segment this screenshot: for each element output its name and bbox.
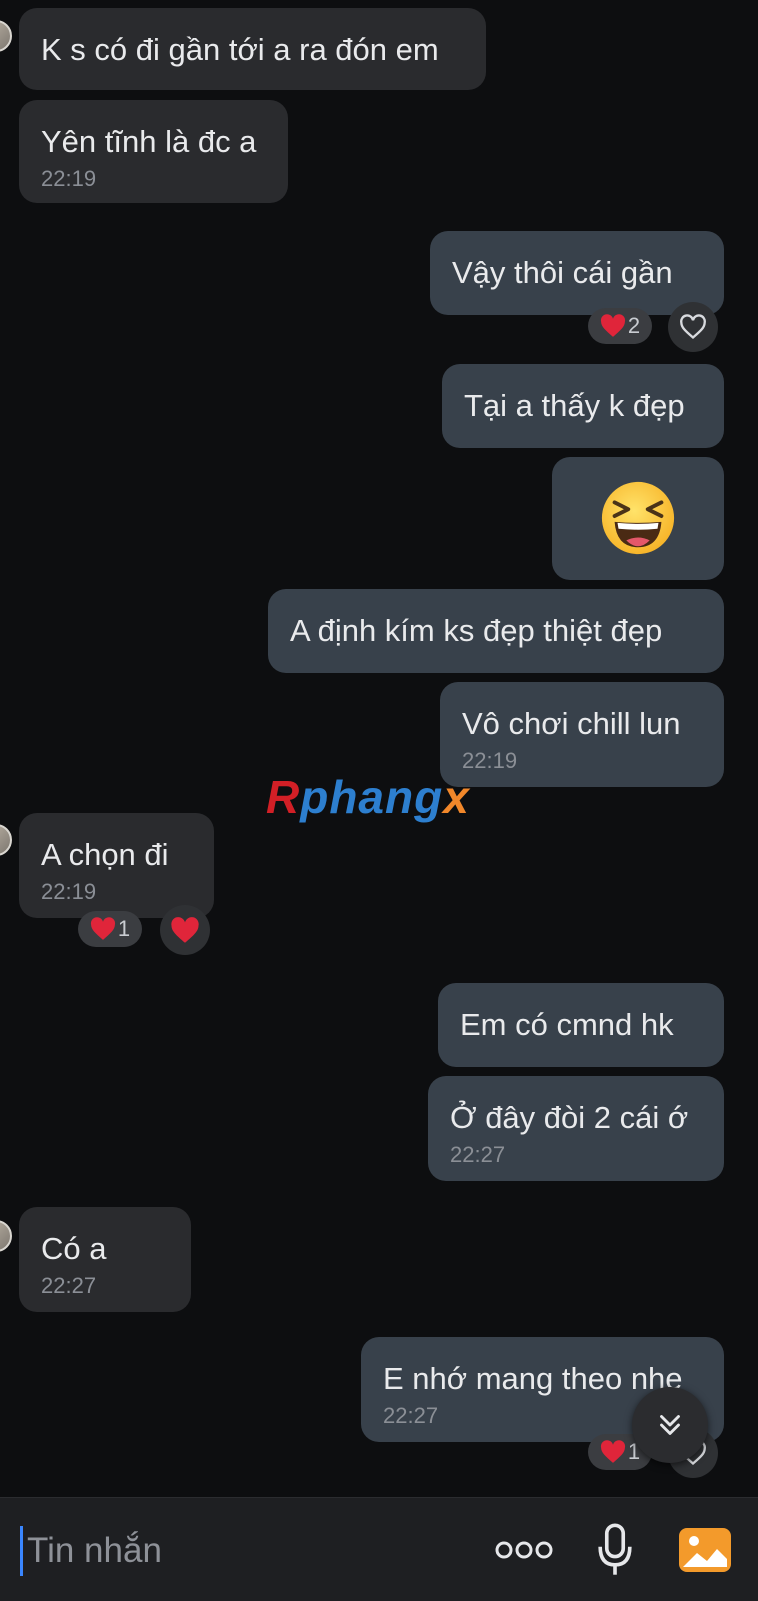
reaction-summary[interactable]: 2 bbox=[588, 308, 652, 344]
message-text: A chọn đi bbox=[41, 837, 169, 872]
reaction-count: 2 bbox=[627, 313, 641, 338]
send-photo-button[interactable] bbox=[674, 1522, 736, 1578]
message-text: K s có đi gần tới a ra đón em bbox=[41, 32, 439, 67]
react-button[interactable] bbox=[668, 302, 718, 352]
avatar[interactable] bbox=[0, 20, 12, 52]
message-time: 22:19 bbox=[41, 879, 97, 904]
message-time: 22:19 bbox=[41, 166, 97, 191]
message-bubble-outgoing[interactable]: Em có cmnd hk bbox=[438, 983, 724, 1067]
message-input[interactable] bbox=[20, 1526, 469, 1576]
double-chevron-down-icon bbox=[653, 1408, 687, 1442]
heart-outline-icon bbox=[679, 314, 707, 340]
message-text: Có a bbox=[41, 1231, 107, 1266]
more-dots-icon bbox=[495, 1540, 553, 1560]
message-list: K s có đi gần tới a ra đón em Yên tĩnh l… bbox=[0, 0, 758, 1496]
laughing-face-icon bbox=[599, 479, 677, 580]
message-time: 22:19 bbox=[462, 748, 518, 773]
message-text: E nhớ mang theo nhe bbox=[383, 1361, 683, 1396]
more-options-button[interactable] bbox=[492, 1522, 556, 1578]
message-bubble-incoming[interactable]: Yên tĩnh là đc a 22:19 bbox=[19, 100, 288, 203]
reaction-count: 1 bbox=[117, 916, 131, 941]
message-bubble-outgoing[interactable]: Vô chơi chill lun 22:19 bbox=[440, 682, 724, 787]
scroll-to-bottom-button[interactable] bbox=[632, 1387, 708, 1463]
reaction-summary[interactable]: 1 bbox=[78, 911, 142, 947]
voice-message-button[interactable] bbox=[590, 1522, 640, 1578]
message-time: 22:27 bbox=[450, 1142, 506, 1167]
message-bubble-incoming[interactable]: A chọn đi 22:19 bbox=[19, 813, 214, 918]
message-bubble-outgoing[interactable]: Ở đây đòi 2 cái ớ 22:27 bbox=[428, 1076, 724, 1181]
message-bubble-incoming[interactable]: K s có đi gần tới a ra đón em bbox=[19, 8, 486, 90]
message-text: Yên tĩnh là đc a bbox=[41, 124, 257, 159]
message-bubble-incoming[interactable]: Có a 22:27 bbox=[19, 1207, 191, 1312]
message-bubble-outgoing[interactable]: A định kím ks đẹp thiệt đẹp bbox=[268, 589, 724, 673]
heart-icon bbox=[170, 916, 200, 944]
microphone-icon bbox=[595, 1522, 635, 1578]
avatar[interactable] bbox=[0, 1220, 12, 1252]
watermark-logo: Rphangx bbox=[266, 771, 470, 823]
heart-icon bbox=[600, 314, 626, 338]
message-time: 22:27 bbox=[41, 1273, 97, 1298]
message-bubble-outgoing[interactable]: Vậy thôi cái gần bbox=[430, 231, 724, 315]
message-text: A định kím ks đẹp thiệt đẹp bbox=[290, 613, 663, 648]
message-text: Vô chơi chill lun bbox=[462, 706, 681, 741]
react-button[interactable] bbox=[160, 905, 210, 955]
heart-icon bbox=[90, 917, 116, 941]
message-text: Vậy thôi cái gần bbox=[452, 255, 673, 290]
avatar[interactable] bbox=[0, 824, 12, 856]
message-bubble-outgoing[interactable]: Tại a thấy k đẹp bbox=[442, 364, 724, 448]
message-text: Ở đây đòi 2 cái ớ bbox=[450, 1100, 689, 1135]
message-text: Em có cmnd hk bbox=[460, 1007, 674, 1042]
image-gallery-icon bbox=[677, 1525, 733, 1575]
message-text: Tại a thấy k đẹp bbox=[464, 388, 685, 423]
heart-icon bbox=[600, 1440, 626, 1464]
message-composer bbox=[0, 1497, 758, 1601]
message-bubble-outgoing[interactable] bbox=[552, 457, 724, 580]
